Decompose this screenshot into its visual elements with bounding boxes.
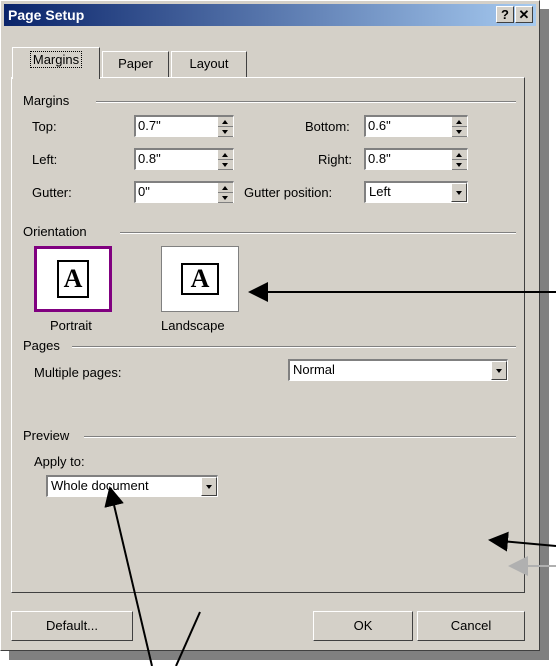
spin-down-icon[interactable] [218, 193, 233, 203]
spin-down-icon[interactable] [218, 127, 233, 137]
bottom-margin-value[interactable]: 0.6" [368, 118, 391, 133]
multiple-pages-label: Multiple pages: [34, 365, 122, 380]
portrait-option[interactable]: A [34, 246, 112, 312]
spin-up-icon[interactable] [452, 150, 467, 160]
dropdown-arrow-icon[interactable] [491, 361, 507, 380]
spin-down-icon[interactable] [218, 160, 233, 170]
portrait-label: Portrait [50, 318, 92, 333]
page-setup-dialog: Page Setup ? ✕ Margins Paper Layout Marg… [0, 0, 540, 651]
right-margin-spinner[interactable]: 0.8" [364, 148, 468, 170]
landscape-option[interactable]: A [161, 246, 239, 312]
preview-heading: Preview [23, 428, 70, 443]
bottom-label: Bottom: [305, 119, 350, 134]
landscape-label: Landscape [161, 318, 225, 333]
apply-to-label: Apply to: [34, 454, 85, 469]
spin-up-icon[interactable] [218, 150, 233, 160]
group-divider [120, 232, 516, 234]
top-margin-spinner[interactable]: 0.7" [134, 115, 234, 137]
ok-button[interactable]: OK [313, 611, 413, 641]
default-button[interactable]: Default... [11, 611, 133, 641]
group-divider [84, 436, 516, 438]
dropdown-arrow-icon[interactable] [451, 183, 467, 202]
pages-heading: Pages [23, 338, 60, 353]
tab-label: Margins [29, 51, 83, 68]
left-label: Left: [32, 152, 58, 167]
multiple-pages-value: Normal [293, 362, 335, 377]
gutter-label: Gutter: [32, 185, 72, 200]
tab-label: Paper [118, 56, 153, 71]
top-margin-value[interactable]: 0.7" [138, 118, 161, 133]
window-title: Page Setup [8, 7, 85, 23]
group-divider [96, 101, 516, 103]
help-icon[interactable]: ? [496, 6, 514, 23]
spin-down-icon[interactable] [452, 127, 467, 137]
gutter-position-label: Gutter position: [244, 185, 333, 200]
spin-up-icon[interactable] [452, 117, 467, 127]
tab-panel: Margins Top: 0.7" Bottom: 0.6" Left: 0.8… [11, 77, 525, 593]
gutter-spinner[interactable]: 0" [134, 181, 234, 203]
tab-margins[interactable]: Margins [12, 47, 100, 79]
top-label: Top: [32, 119, 57, 134]
margins-heading: Margins [23, 93, 70, 108]
spin-down-icon[interactable] [452, 160, 467, 170]
gutter-position-value: Left [369, 184, 391, 199]
gutter-position-select[interactable]: Left [364, 181, 468, 203]
close-icon[interactable]: ✕ [515, 6, 533, 23]
landscape-page-icon: A [181, 263, 219, 295]
tab-label: Layout [189, 56, 229, 71]
portrait-page-icon: A [57, 260, 89, 298]
group-divider [72, 346, 516, 348]
cancel-button[interactable]: Cancel [417, 611, 525, 641]
left-margin-spinner[interactable]: 0.8" [134, 148, 234, 170]
tab-layout[interactable]: Layout [171, 51, 247, 77]
title-bar[interactable]: Page Setup ? ✕ [4, 4, 536, 26]
orientation-heading: Orientation [23, 224, 87, 239]
tab-paper[interactable]: Paper [102, 51, 169, 77]
bottom-margin-spinner[interactable]: 0.6" [364, 115, 468, 137]
dropdown-arrow-icon[interactable] [201, 477, 217, 496]
spin-up-icon[interactable] [218, 183, 233, 193]
right-margin-value[interactable]: 0.8" [368, 151, 391, 166]
left-margin-value[interactable]: 0.8" [138, 151, 161, 166]
apply-to-select[interactable]: Whole document [46, 475, 218, 497]
multiple-pages-select[interactable]: Normal [288, 359, 508, 381]
right-label: Right: [318, 152, 352, 167]
spin-up-icon[interactable] [218, 117, 233, 127]
apply-to-value: Whole document [51, 478, 149, 493]
gutter-value[interactable]: 0" [138, 184, 150, 199]
